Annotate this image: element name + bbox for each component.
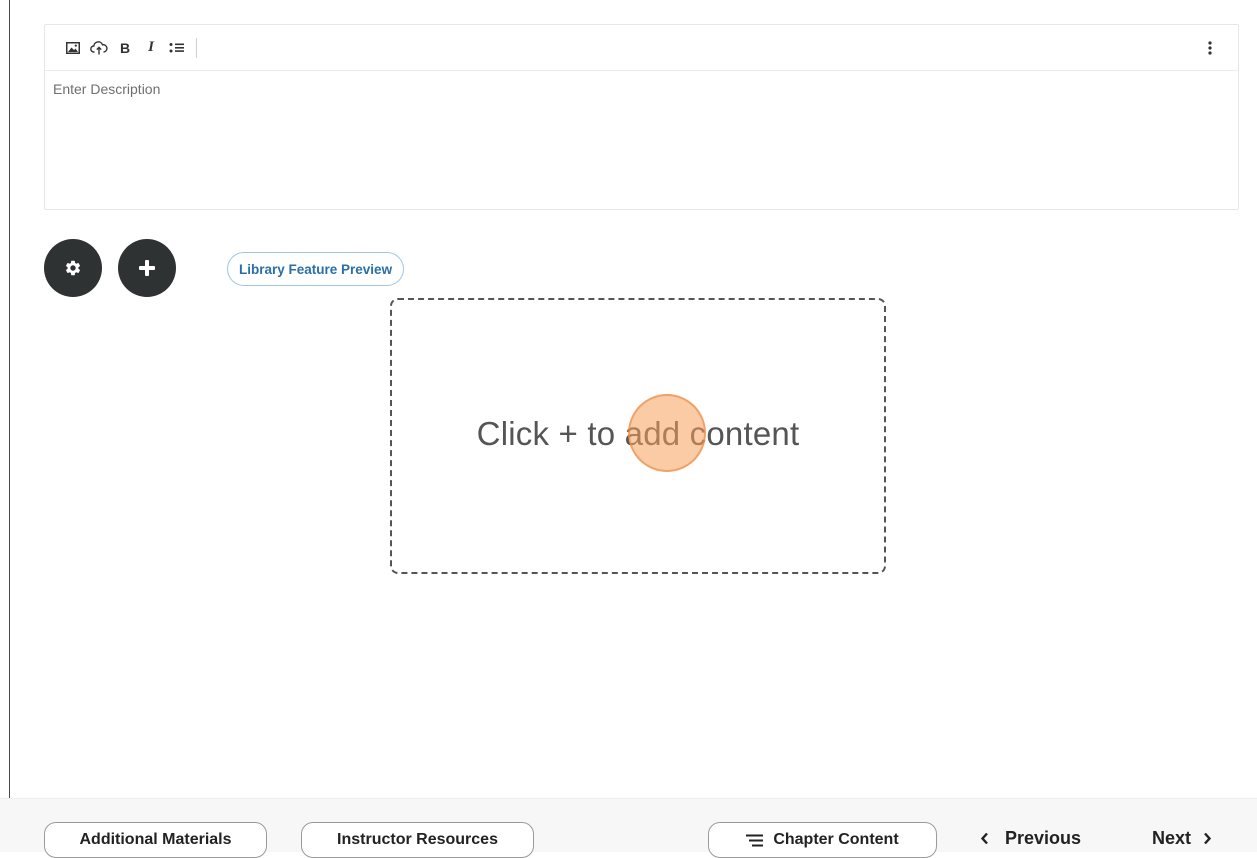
- next-button[interactable]: Next: [1152, 828, 1212, 849]
- vertical-ellipsis-icon[interactable]: [1202, 37, 1218, 59]
- description-editor: B I Enter Description: [44, 24, 1239, 210]
- add-content-button[interactable]: [118, 239, 176, 297]
- bold-label: B: [119, 39, 131, 56]
- chevron-right-icon: [1203, 832, 1212, 845]
- additional-materials-button[interactable]: Additional Materials: [44, 822, 267, 858]
- editor-toolbar: B I: [45, 25, 1238, 71]
- drop-area-text: Click + to add content: [476, 415, 800, 452]
- gear-icon: [64, 259, 82, 277]
- previous-label: Previous: [1005, 828, 1082, 848]
- content-drop-area[interactable]: Click + to add content: [390, 298, 886, 574]
- description-input[interactable]: Enter Description: [45, 71, 1238, 191]
- toolbar-separator: [196, 37, 197, 58]
- chapter-content-button[interactable]: Chapter Content: [708, 822, 937, 858]
- image-icon[interactable]: [62, 37, 84, 59]
- cloud-upload-icon[interactable]: [88, 37, 110, 59]
- instructor-resources-button[interactable]: Instructor Resources: [301, 822, 534, 858]
- plus-icon: [137, 258, 157, 278]
- italic-button[interactable]: I: [140, 37, 162, 59]
- additional-materials-label: Additional Materials: [79, 831, 232, 848]
- previous-button[interactable]: Previous: [980, 828, 1081, 849]
- bulleted-list-icon[interactable]: [166, 37, 188, 59]
- italic-label: I: [148, 39, 154, 55]
- settings-button[interactable]: [44, 239, 102, 297]
- next-label: Next: [1152, 828, 1192, 848]
- instructor-resources-label: Instructor Resources: [337, 831, 498, 848]
- library-feature-preview-label: Library Feature Preview: [239, 261, 393, 277]
- menu-lines-icon: [746, 831, 764, 849]
- left-divider: [9, 0, 10, 810]
- chevron-left-icon: [980, 832, 989, 845]
- chapter-content-label: Chapter Content: [773, 831, 899, 848]
- library-feature-preview-button[interactable]: Library Feature Preview: [227, 252, 405, 286]
- bold-button[interactable]: B: [114, 37, 136, 59]
- description-placeholder: Enter Description: [53, 81, 161, 97]
